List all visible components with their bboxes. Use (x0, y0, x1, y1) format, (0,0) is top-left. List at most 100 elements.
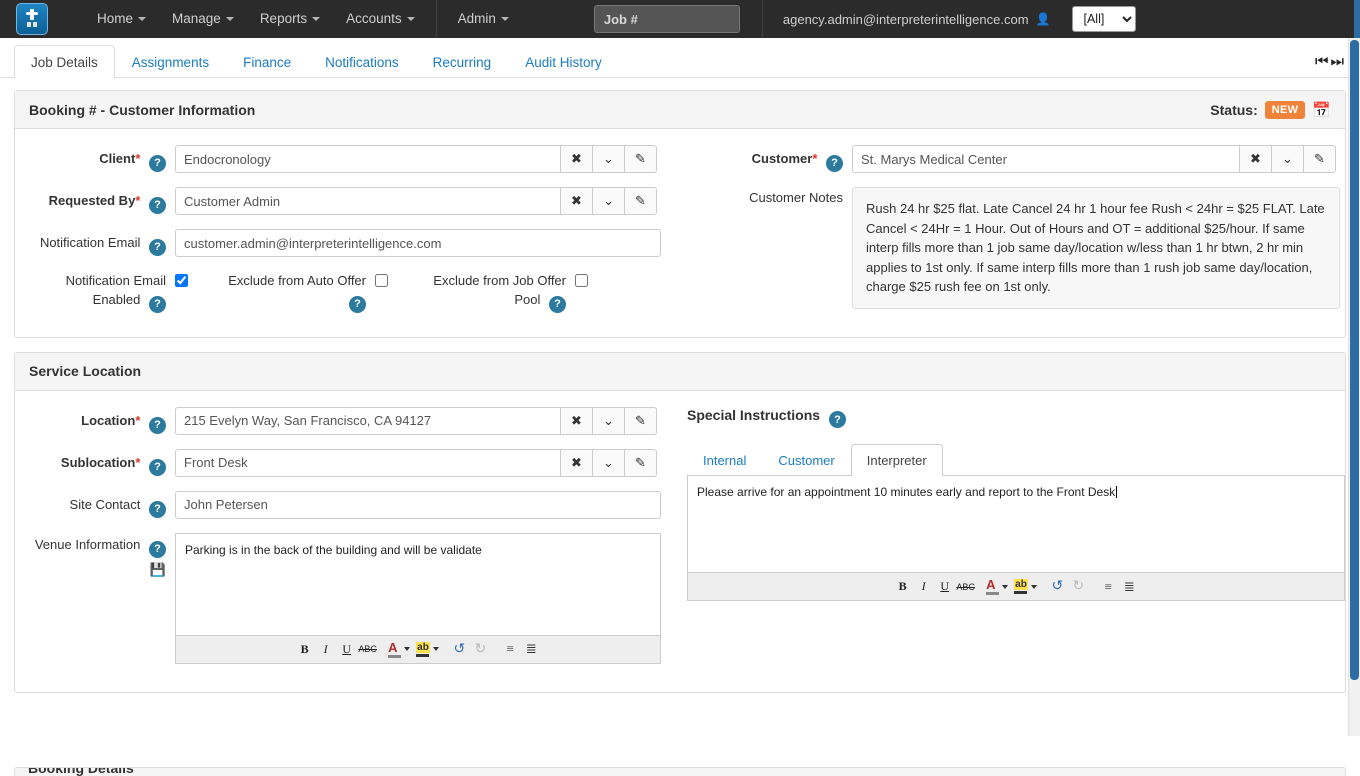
sublocation-edit-button[interactable]: ✎ (625, 449, 657, 477)
service-location-panel: Service Location Location* ? ✖ ⌄ ✎ (14, 352, 1346, 693)
numbered-list-icon[interactable]: ≣ (522, 639, 541, 659)
nav-item-home[interactable]: Home (84, 0, 159, 38)
location-help-icon[interactable]: ? (149, 417, 166, 434)
underline-icon[interactable]: U (935, 577, 954, 597)
interpreter-intelligence-logo[interactable] (16, 3, 48, 35)
tab-job-details[interactable]: Job Details (14, 45, 115, 78)
numbered-list-icon[interactable]: ≣ (1120, 577, 1139, 597)
notification-email-input[interactable] (175, 229, 661, 257)
page-scrollbar-thumb[interactable] (1350, 40, 1359, 680)
tab-notifications-label: Notifications (325, 55, 399, 70)
nav-item-admin[interactable]: Admin (445, 0, 522, 38)
tab-audit-history[interactable]: Audit History (508, 45, 619, 78)
client-clear-button[interactable]: ✖ (561, 145, 593, 173)
scope-select[interactable]: [All] (1072, 6, 1136, 32)
bold-icon[interactable]: B (893, 577, 912, 597)
sublocation-help-icon[interactable]: ? (149, 459, 166, 476)
client-input[interactable] (175, 145, 561, 173)
undo-icon[interactable]: ↺ (450, 639, 469, 659)
page-scrollbar[interactable] (1348, 38, 1360, 736)
exclude-job-offer-pool-checkbox[interactable] (575, 274, 588, 287)
edit-icon: ✎ (1314, 151, 1325, 167)
tab-interpreter[interactable]: Interpreter (851, 444, 943, 476)
highlight-color-icon[interactable]: ab (416, 642, 439, 657)
requested-by-input[interactable] (175, 187, 561, 215)
italic-icon[interactable]: I (316, 639, 335, 659)
tab-assignments[interactable]: Assignments (115, 45, 226, 78)
venue-information-textarea[interactable]: Parking is in the back of the building a… (176, 534, 660, 635)
nav-item-accounts[interactable]: Accounts (333, 0, 428, 38)
exclude-job-offer-pool-help-icon[interactable]: ? (549, 296, 566, 313)
location-clear-button[interactable]: ✖ (561, 407, 593, 435)
tab-recurring[interactable]: Recurring (416, 45, 509, 78)
notification-email-help-icon[interactable]: ? (149, 239, 166, 256)
notification-email-enabled-checkbox[interactable] (175, 274, 188, 287)
panel-collapse-controls[interactable]: ⏮⏭ (1315, 53, 1344, 70)
exclude-job-offer-pool-label-text: Exclude from Job Offer Pool (433, 273, 566, 307)
special-instructions-help-icon[interactable]: ? (829, 411, 846, 428)
location-input[interactable] (175, 407, 561, 435)
requested-by-clear-button[interactable]: ✖ (561, 187, 593, 215)
tab-finance[interactable]: Finance (226, 45, 308, 78)
customer-clear-button[interactable]: ✖ (1240, 145, 1272, 173)
requested-by-help-icon[interactable]: ? (149, 197, 166, 214)
bullet-list-icon[interactable]: ≡ (501, 639, 520, 659)
font-color-icon[interactable]: A (986, 578, 1008, 595)
customer-edit-button[interactable]: ✎ (1304, 145, 1336, 173)
requested-by-edit-button[interactable]: ✎ (625, 187, 657, 215)
user-account-menu[interactable]: agency.admin@interpreterintelligence.com… (783, 12, 1051, 27)
calendar-icon[interactable]: 📅 (1312, 101, 1331, 119)
client-dropdown-button[interactable]: ⌄ (593, 145, 625, 173)
strikethrough-icon[interactable]: ABC (956, 577, 975, 597)
location-dropdown-button[interactable]: ⌄ (593, 407, 625, 435)
customer-input-group: ✖ ⌄ ✎ (852, 145, 1336, 173)
tab-customer[interactable]: Customer (762, 444, 850, 476)
customer-dropdown-button[interactable]: ⌄ (1272, 145, 1304, 173)
customer-help-icon[interactable]: ? (826, 155, 843, 172)
location-edit-button[interactable]: ✎ (625, 407, 657, 435)
sublocation-dropdown-button[interactable]: ⌄ (593, 449, 625, 477)
tab-internal[interactable]: Internal (687, 444, 762, 476)
special-instructions-textarea[interactable]: Please arrive for an appointment 10 minu… (688, 476, 1344, 572)
required-marker: * (135, 455, 140, 470)
site-contact-help-icon[interactable]: ? (149, 501, 166, 518)
edit-icon: ✎ (635, 455, 646, 471)
chevron-down-icon: ⌄ (1282, 151, 1293, 167)
save-disk-icon[interactable]: 💾 (15, 561, 166, 580)
tab-customer-label: Customer (778, 453, 834, 468)
chevron-down-icon: ⌄ (603, 151, 614, 167)
job-number-search-input[interactable] (594, 5, 740, 33)
collapse-left-icon[interactable]: ⏮ (1315, 53, 1329, 70)
tab-notifications[interactable]: Notifications (308, 45, 416, 78)
site-contact-input[interactable] (175, 491, 661, 519)
nav-item-manage[interactable]: Manage (159, 0, 247, 38)
requested-by-dropdown-button[interactable]: ⌄ (593, 187, 625, 215)
exclude-auto-offer-help-icon[interactable]: ? (349, 296, 366, 313)
notification-email-enabled-label: Notification Email Enabled ? (15, 271, 175, 313)
customer-input[interactable] (852, 145, 1240, 173)
notification-email-enabled-help-icon[interactable]: ? (149, 296, 166, 313)
client-edit-button[interactable]: ✎ (625, 145, 657, 173)
redo-icon[interactable]: ↻ (471, 639, 490, 659)
exclude-auto-offer-checkbox[interactable] (375, 274, 388, 287)
special-instructions-tabs: Internal Customer Interpreter (687, 444, 1345, 476)
strikethrough-icon[interactable]: ABC (358, 639, 377, 659)
bold-icon[interactable]: B (295, 639, 314, 659)
highlight-color-icon[interactable]: ab (1014, 579, 1037, 594)
font-color-icon[interactable]: A (388, 641, 410, 658)
sublocation-input[interactable] (175, 449, 561, 477)
clear-icon: ✖ (571, 193, 582, 209)
chevron-down-icon (404, 647, 410, 651)
nav-item-reports[interactable]: Reports (247, 0, 333, 38)
italic-icon[interactable]: I (914, 577, 933, 597)
collapse-right-icon[interactable]: ⏭ (1330, 53, 1344, 70)
client-help-icon[interactable]: ? (149, 155, 166, 172)
site-contact-row: Site Contact ? (15, 491, 687, 519)
notification-email-label: Notification Email ? (15, 229, 175, 256)
sublocation-clear-button[interactable]: ✖ (561, 449, 593, 477)
undo-icon[interactable]: ↺ (1048, 577, 1067, 597)
venue-information-help-icon[interactable]: ? (149, 541, 166, 558)
redo-icon[interactable]: ↻ (1069, 577, 1088, 597)
underline-icon[interactable]: U (337, 639, 356, 659)
bullet-list-icon[interactable]: ≡ (1099, 577, 1118, 597)
